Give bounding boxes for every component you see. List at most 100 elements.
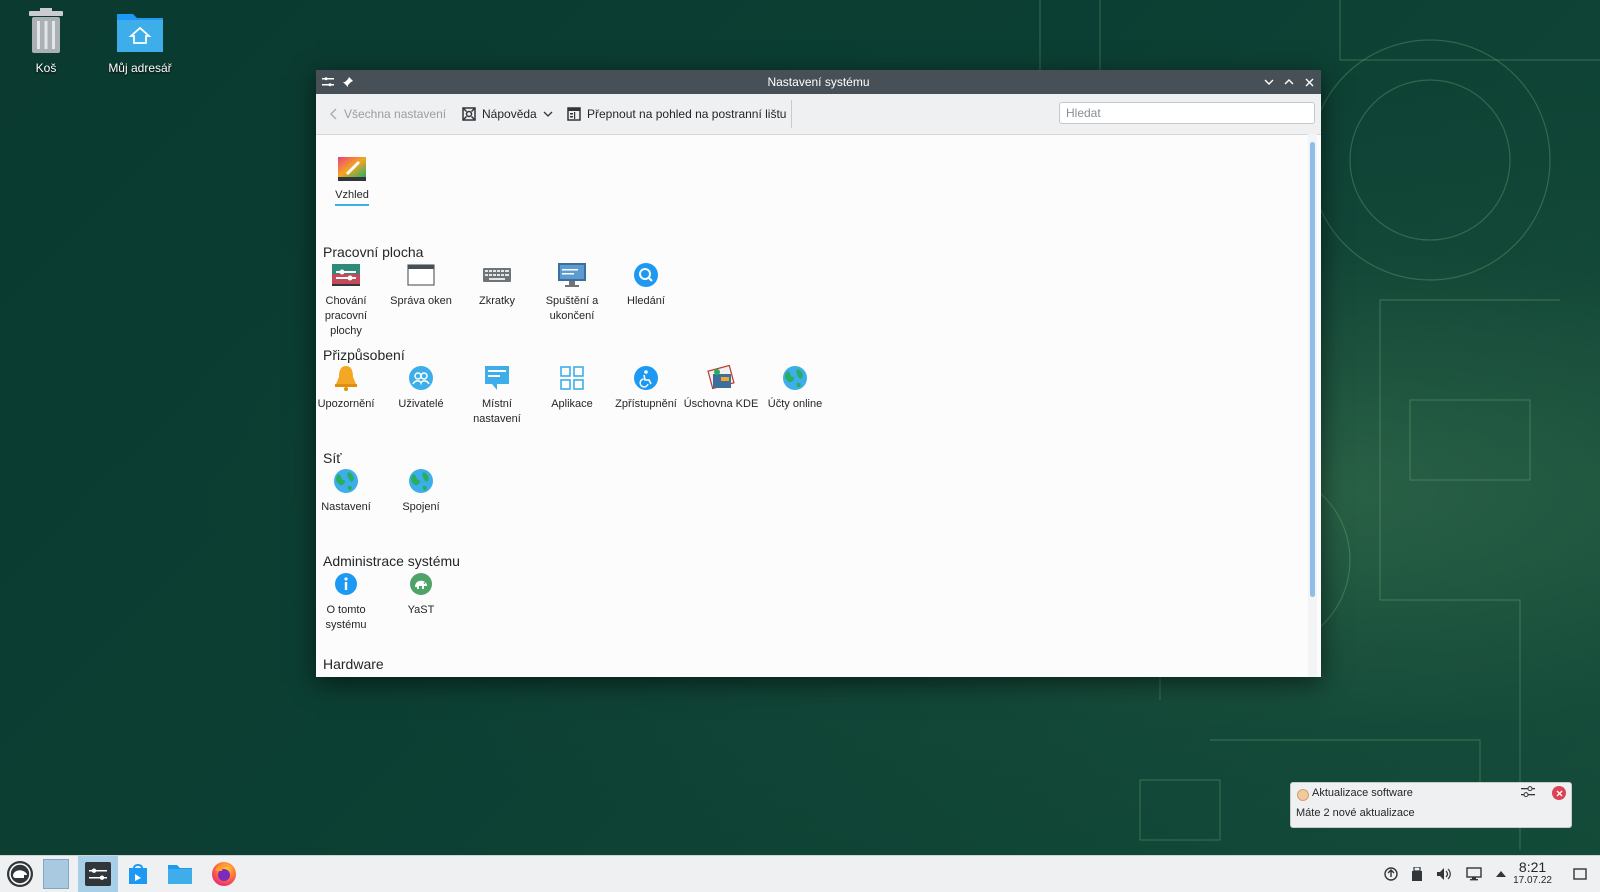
info-icon — [331, 569, 361, 599]
regional-settings-icon — [482, 363, 512, 393]
notification-close-icon[interactable] — [1552, 786, 1566, 800]
back-button[interactable]: Všechna nastavení — [330, 94, 446, 134]
task-discover[interactable] — [120, 856, 156, 892]
settings-item-label: O tomto systému — [325, 604, 367, 631]
show-desktop-button[interactable] — [1562, 856, 1598, 892]
settings-item-network-settings[interactable]: Nastavení — [316, 466, 384, 515]
settings-item-label: Zkratky — [478, 295, 516, 307]
sidebar-view-label: Přepnout na pohled na postranní lištu — [587, 107, 787, 121]
section-title: Administrace systému — [323, 553, 460, 569]
settings-item-shortcuts[interactable]: Zkratky — [459, 260, 535, 309]
settings-item-yast[interactable]: YaST — [383, 569, 459, 618]
globe-icon — [780, 363, 810, 393]
chevron-left-icon — [330, 108, 337, 120]
window-title: Nastavení systému — [767, 75, 870, 89]
taskbar: 8:21 17.07.22 — [0, 855, 1600, 892]
accessibility-icon — [631, 363, 661, 393]
network-icon[interactable] — [1466, 867, 1482, 881]
search-icon — [631, 260, 661, 290]
settings-item-label: Správa oken — [390, 295, 452, 307]
settings-item-label: Nastavení — [321, 501, 371, 513]
users-icon — [406, 363, 436, 393]
clock-date: 17.07.22 — [1513, 875, 1552, 886]
discover-store-icon — [129, 864, 147, 884]
section-title: Přizpůsobení — [323, 347, 405, 363]
notification-title: Aktualizace software — [1312, 787, 1413, 799]
task-system-settings[interactable] — [78, 856, 118, 892]
folder-icon — [168, 865, 192, 884]
startup-shutdown-icon — [557, 260, 587, 290]
settings-item-notifications[interactable]: Upozornění — [316, 363, 384, 412]
settings-item-online-accounts[interactable]: Účty online — [757, 363, 833, 412]
expand-tray-icon[interactable] — [1496, 870, 1506, 878]
application-launcher[interactable] — [2, 856, 38, 892]
system-settings-window: Nastavení systému Všechna nastavení Nápo… — [316, 70, 1321, 677]
section-title: Pracovní plocha — [323, 244, 424, 260]
desktop-icon-trash[interactable]: Koš — [1, 8, 91, 75]
help-menu-button[interactable]: Nápověda — [462, 94, 553, 134]
applications-icon — [557, 363, 587, 393]
clock-time: 8:21 — [1518, 859, 1547, 875]
chevron-down-icon — [543, 111, 553, 117]
settings-item-label: Hledání — [627, 295, 665, 307]
settings-item-connections[interactable]: Spojení — [383, 466, 459, 515]
window-management-icon — [406, 260, 436, 290]
lifebuoy-icon — [462, 107, 476, 121]
bell-icon — [331, 363, 361, 393]
usb-device-icon[interactable] — [1412, 867, 1422, 881]
help-menu-label: Nápověda — [482, 107, 537, 121]
keyboard-icon — [482, 260, 512, 290]
settings-item-users[interactable]: Uživatelé — [383, 363, 459, 412]
desktop-icon-home[interactable]: Můj adresář — [95, 8, 185, 75]
globe-icon — [331, 466, 361, 496]
sidebar-view-button[interactable]: Přepnout na pohled na postranní lištu — [567, 94, 786, 134]
settings-item-kde-wallet[interactable]: Úschovna KDE — [683, 363, 759, 412]
maximize-icon[interactable] — [1279, 70, 1299, 94]
section-title: Síť — [323, 450, 342, 466]
update-notifier-icon[interactable] — [1384, 867, 1398, 881]
volume-icon[interactable] — [1436, 867, 1452, 881]
settings-item-accessibility[interactable]: Zpřístupnění — [608, 363, 684, 412]
settings-item-label: Místní nastavení — [473, 398, 521, 425]
minimize-icon[interactable] — [1259, 70, 1279, 94]
settings-item-applications[interactable]: Aplikace — [534, 363, 610, 412]
settings-item-label: Upozornění — [317, 398, 375, 410]
settings-item-search[interactable]: Hledání — [608, 260, 684, 309]
task-file-manager[interactable] — [162, 856, 198, 892]
close-icon[interactable] — [1299, 70, 1319, 94]
settings-item-label: Spuštění a ukončení — [545, 295, 599, 322]
window-titlebar[interactable]: Nastavení systému — [316, 70, 1321, 94]
virtual-desktop-thumbnail — [43, 859, 69, 889]
toolbar: Všechna nastavení Nápověda Přepnout na p… — [316, 94, 1321, 135]
settings-item-label: Aplikace — [551, 398, 593, 410]
yast-chameleon-icon — [406, 569, 436, 599]
settings-item-desktop-behavior[interactable]: Chování pracovní plochy — [316, 260, 384, 339]
back-button-label: Všechna nastavení — [344, 107, 447, 121]
settings-item-regional[interactable]: Místní nastavení — [459, 363, 535, 427]
notification-popup[interactable]: Aktualizace software Máte 2 nové aktuali… — [1290, 782, 1572, 828]
settings-item-appearance[interactable]: Vzhled — [316, 154, 390, 206]
digital-clock[interactable]: 8:21 17.07.22 — [1513, 859, 1552, 887]
settings-item-window-management[interactable]: Správa oken — [383, 260, 459, 309]
sidebar-view-icon — [567, 107, 581, 121]
settings-item-label: Zpřístupnění — [615, 398, 677, 410]
settings-content: Vzhled Pracovní plocha Chování pracovní … — [316, 134, 1309, 677]
pager-desktop-1[interactable] — [38, 856, 74, 892]
task-firefox[interactable] — [206, 856, 242, 892]
settings-item-label: Uživatelé — [398, 398, 444, 410]
system-tray — [1384, 856, 1506, 892]
settings-item-label: YaST — [407, 604, 435, 616]
notification-settings-icon[interactable] — [1521, 786, 1535, 801]
section-title: Hardware — [323, 656, 384, 672]
search-input[interactable]: Hledat — [1059, 102, 1315, 124]
desktop-icon-label: Koš — [35, 61, 57, 75]
settings-item-label: Chování pracovní plochy — [324, 295, 368, 337]
home-folder-icon — [117, 14, 163, 52]
toolbar-separator — [791, 100, 792, 128]
kde-wallet-icon — [706, 363, 736, 393]
settings-item-about-system[interactable]: O tomto systému — [316, 569, 384, 633]
scrollbar-handle[interactable] — [1310, 142, 1315, 597]
appearance-icon — [337, 154, 367, 184]
system-settings-icon — [85, 862, 111, 886]
settings-item-startup-shutdown[interactable]: Spuštění a ukončení — [534, 260, 610, 324]
